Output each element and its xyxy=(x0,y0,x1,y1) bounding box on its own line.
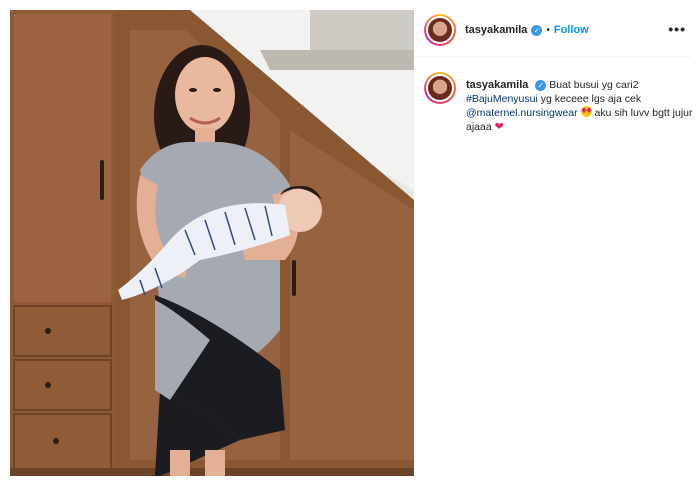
red-heart-emoji-icon: ❤ xyxy=(494,121,504,133)
post-header: tasyakamila ✓ • Follow xyxy=(414,10,700,50)
caption-username[interactable]: tasyakamila xyxy=(466,79,528,91)
header-divider xyxy=(414,56,690,57)
caption-comment: tasyakamila ✓ Buat busui yg cari2 #BajuM… xyxy=(424,72,694,134)
author-avatar[interactable] xyxy=(424,14,456,46)
verified-badge-icon: ✓ xyxy=(535,80,547,91)
avatar-image xyxy=(428,76,452,100)
author-username[interactable]: tasyakamila xyxy=(465,24,527,36)
caption-author-avatar[interactable] xyxy=(424,72,456,104)
caption-hashtag[interactable]: #BajuMenyusui xyxy=(466,93,538,105)
heart-eyes-emoji-icon xyxy=(580,106,592,117)
photo-illustration xyxy=(10,10,414,476)
verified-badge-icon: ✓ xyxy=(531,24,543,36)
more-options-icon[interactable]: ••• xyxy=(668,22,686,36)
instagram-post: tasyakamila ✓ • Follow ••• tasyakamila ✓… xyxy=(0,0,700,486)
post-sidebar: tasyakamila ✓ • Follow ••• tasyakamila ✓… xyxy=(414,0,700,486)
caption-text: tasyakamila ✓ Buat busui yg cari2 #BajuM… xyxy=(466,78,694,134)
caption-text-part-1: Buat busui yg cari2 xyxy=(549,79,639,91)
avatar-image xyxy=(428,18,452,42)
header-separator: • xyxy=(546,24,550,36)
caption-text-part-2: yg keceee lgs aja cek xyxy=(540,93,642,105)
caption-mention[interactable]: @maternel.nursingwear xyxy=(466,107,578,119)
post-photo[interactable] xyxy=(10,10,414,476)
follow-button[interactable]: Follow xyxy=(554,24,589,36)
